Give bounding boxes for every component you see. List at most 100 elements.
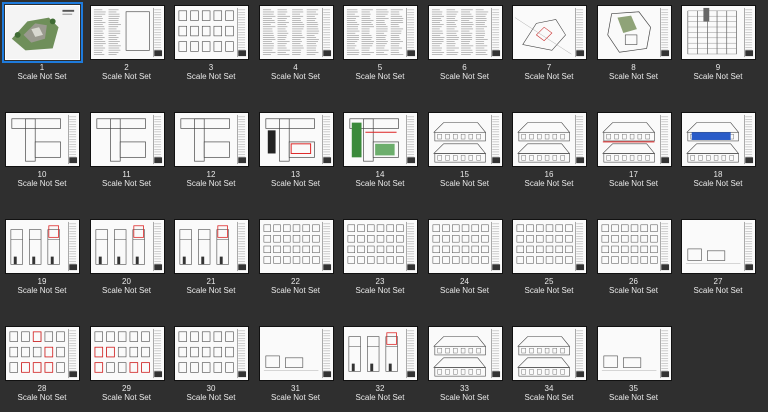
sheet-drawing-preview xyxy=(349,114,416,165)
page-thumbnail-image[interactable] xyxy=(427,326,503,381)
page-number-label: 5 xyxy=(377,63,383,72)
page-scale-label: Scale Not Set xyxy=(524,179,574,188)
sheet-drawing-preview xyxy=(264,114,331,165)
sheet-drawing-preview xyxy=(686,114,754,165)
page-thumbnail-image[interactable] xyxy=(512,326,587,381)
sheet-drawing-preview xyxy=(431,7,500,58)
page-thumbnail-image[interactable] xyxy=(2,2,83,63)
page-scale-label: Scale Not Set xyxy=(271,286,320,295)
page-scale-label: Scale Not Set xyxy=(693,72,743,81)
page-number-label: 32 xyxy=(375,384,385,393)
page-thumbnail-image[interactable] xyxy=(343,5,418,60)
page-thumbnail-image[interactable] xyxy=(512,5,587,60)
sheet-drawing-preview xyxy=(601,221,669,272)
page-scale-label: Scale Not Set xyxy=(271,72,320,81)
sheet-drawing-preview xyxy=(95,114,162,165)
page-thumbnail-grid: 1 Scale Not Set 2 Scale Not Set 3 Scale Not S… xyxy=(0,0,768,412)
page-thumbnail-image[interactable] xyxy=(512,112,587,167)
page-number-label: 2 xyxy=(124,63,129,72)
page-scale-label: Scale Not Set xyxy=(355,72,405,81)
page-thumbnail-image[interactable] xyxy=(343,326,418,381)
page-number-label: 10 xyxy=(37,170,47,179)
page-scale-label: Scale Not Set xyxy=(17,393,67,402)
page-thumbnail-image[interactable] xyxy=(5,112,80,167)
page-scale-label: Scale Not Set xyxy=(102,286,151,295)
page-thumbnail-image[interactable] xyxy=(174,112,249,167)
sheet-drawing-preview xyxy=(262,7,331,58)
sheet-drawing-preview xyxy=(432,114,500,165)
page-thumbnail-image[interactable] xyxy=(596,5,672,60)
page-number-label: 34 xyxy=(544,384,554,393)
page-thumbnail-image[interactable] xyxy=(258,5,334,60)
page-scale-label: Scale Not Set xyxy=(186,179,236,188)
page-thumbnail-image[interactable] xyxy=(174,5,249,60)
page-thumbnail-image[interactable] xyxy=(89,5,165,60)
page-thumbnail-image[interactable] xyxy=(5,326,80,381)
page-scale-label: Scale Not Set xyxy=(186,393,236,402)
page-thumbnail-image[interactable] xyxy=(681,112,756,167)
page-number-label: 31 xyxy=(291,384,300,393)
page-number-label: 33 xyxy=(460,384,469,393)
page-number-label: 19 xyxy=(37,277,47,286)
page-number-label: 9 xyxy=(715,63,721,72)
page-thumbnail-image[interactable] xyxy=(343,219,418,274)
page-thumbnail-image[interactable] xyxy=(343,112,418,167)
page-number-label: 20 xyxy=(122,277,131,286)
page-number-label: 29 xyxy=(122,384,131,393)
sheet-drawing-preview xyxy=(606,7,669,58)
page-thumbnail-image[interactable] xyxy=(681,5,756,60)
page-scale-label: Scale Not Set xyxy=(355,393,405,402)
page-thumbnail-image[interactable] xyxy=(512,219,587,274)
page-number-label: 28 xyxy=(37,384,47,393)
page-number-label: 16 xyxy=(544,170,554,179)
page-number-label: 18 xyxy=(713,170,723,179)
sheet-drawing-preview xyxy=(178,328,247,379)
page-scale-label: Scale Not Set xyxy=(186,72,236,81)
page-scale-label: Scale Not Set xyxy=(17,179,67,188)
page-number-label: 26 xyxy=(629,277,638,286)
page-thumbnail-image[interactable] xyxy=(596,326,672,381)
page-number-label: 30 xyxy=(206,384,216,393)
sheet-drawing-preview xyxy=(263,221,331,272)
page-scale-label: Scale Not Set xyxy=(609,179,658,188)
page-thumbnail-image[interactable] xyxy=(258,326,334,381)
page-number-label: 25 xyxy=(544,277,554,286)
page-scale-label: Scale Not Set xyxy=(609,286,658,295)
page-thumbnail-image[interactable] xyxy=(174,219,249,274)
page-thumbnail-image[interactable] xyxy=(427,112,503,167)
page-thumbnail-image[interactable] xyxy=(89,219,165,274)
page-thumbnail-image[interactable] xyxy=(89,112,165,167)
page-thumbnail-image[interactable] xyxy=(427,5,503,60)
sheet-drawing-preview xyxy=(179,221,247,272)
page-number-label: 15 xyxy=(460,170,469,179)
sheet-drawing-preview xyxy=(685,221,754,272)
sheet-drawing-preview xyxy=(432,328,500,379)
page-thumbnail-image[interactable] xyxy=(258,112,334,167)
sheet-drawing-preview xyxy=(178,7,247,58)
page-scale-label: Scale Not Set xyxy=(355,286,405,295)
page-number-label: 24 xyxy=(460,277,469,286)
page-thumbnail-image[interactable] xyxy=(596,112,672,167)
page-thumbnail-image[interactable] xyxy=(681,219,756,274)
page-thumbnail-image[interactable] xyxy=(427,219,503,274)
sheet-drawing-preview xyxy=(6,6,79,59)
page-scale-label: Scale Not Set xyxy=(271,179,320,188)
sheet-drawing-preview xyxy=(94,328,162,379)
page-thumbnail-image[interactable] xyxy=(174,326,249,381)
page-scale-label: Scale Not Set xyxy=(440,179,489,188)
page-scale-label: Scale Not Set xyxy=(693,179,743,188)
page-number-label: 1 xyxy=(39,63,45,72)
page-thumbnail-image[interactable] xyxy=(89,326,165,381)
page-scale-label: Scale Not Set xyxy=(102,393,151,402)
page-scale-label: Scale Not Set xyxy=(17,286,67,295)
sheet-drawing-preview xyxy=(11,114,78,165)
page-thumbnail-image[interactable] xyxy=(5,219,80,274)
sheet-drawing-preview xyxy=(432,221,500,272)
page-number-label: 22 xyxy=(291,277,300,286)
page-number-label: 13 xyxy=(291,170,300,179)
page-number-label: 7 xyxy=(546,63,552,72)
page-thumbnail-image[interactable] xyxy=(596,219,672,274)
page-thumbnail-image[interactable] xyxy=(258,219,334,274)
sheet-drawing-preview xyxy=(93,7,162,58)
page-number-label: 8 xyxy=(631,63,636,72)
